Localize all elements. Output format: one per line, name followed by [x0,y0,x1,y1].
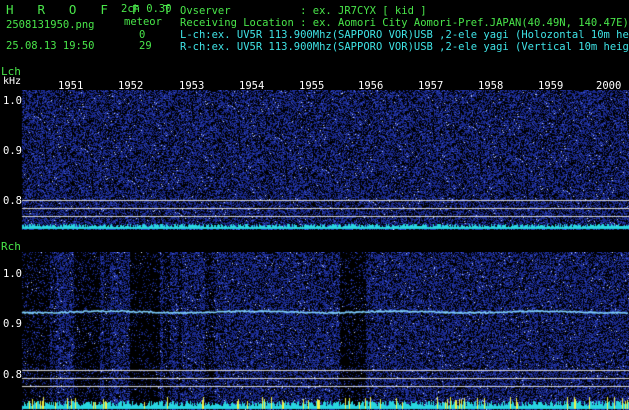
rch-ytick-3: 0.8 [3,369,22,381]
lch-spectrogram [0,90,629,230]
lch-ytick-2: 0.9 [3,145,22,157]
lch-unit: kHz [3,76,22,87]
rch-ytick-1: 1.0 [3,268,22,280]
meteor-label: meteor [124,16,162,28]
datetime-label: 25.08.13 19:50 [6,40,95,52]
lch-ytick-3: 0.8 [3,195,22,207]
location-line: Receiving Location : ex. Aomori City Aom… [180,17,629,29]
rch-ytick-2: 0.9 [3,318,22,330]
version-label: 2ch 0.30 [121,3,172,15]
rch-info-line: R-ch:ex. UV5R 113.900Mhz(SAPPORO VOR)USB… [180,41,629,53]
rch-spectrogram [0,252,629,410]
rch-label: Rch [1,240,21,253]
filename-label: 2508131950.png [6,19,95,31]
lch-info-line: L-ch:ex. UV5R 113.900Mhz(SAPPORO VOR)USB… [180,29,629,41]
lch-ytick-1: 1.0 [3,95,22,107]
meteor-count-rch: 29 [139,40,152,52]
observer-line: Ovserver : ex. JR7CYX [ kid ] [180,5,427,17]
